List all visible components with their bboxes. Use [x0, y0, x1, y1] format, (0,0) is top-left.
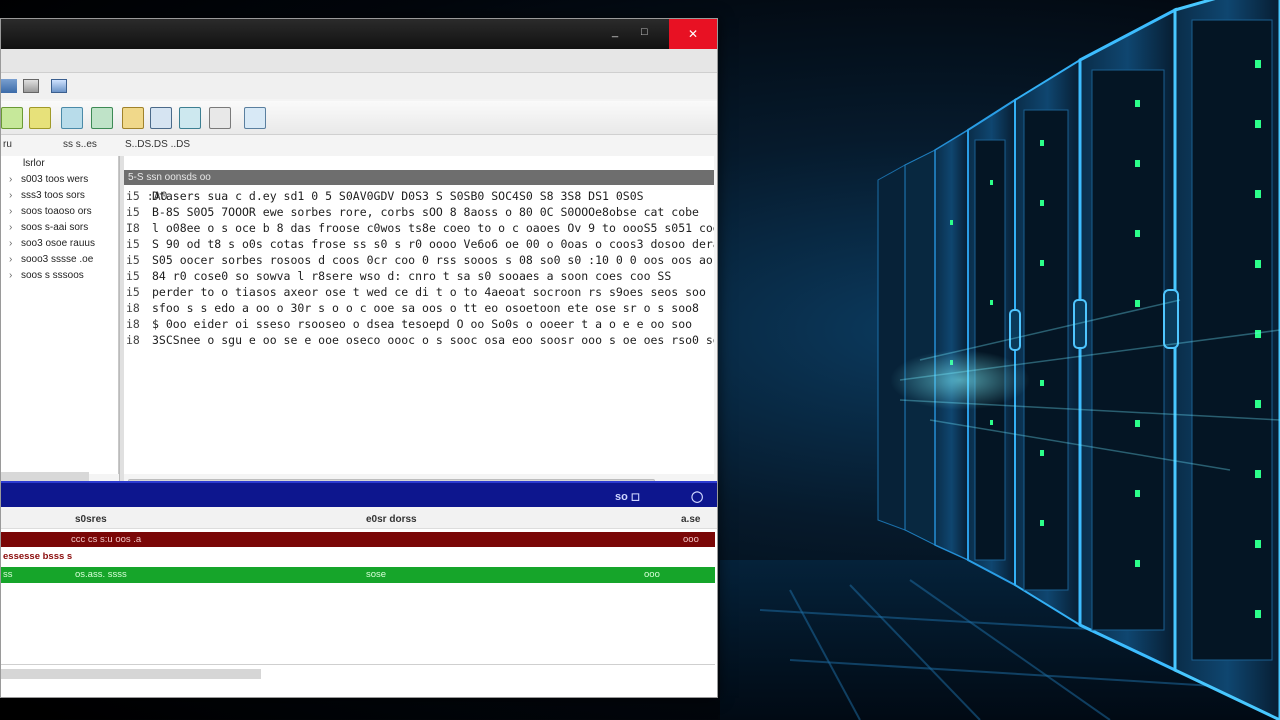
settings-icon[interactable] — [209, 107, 231, 129]
status-bar: so ◻ ◯ — [1, 481, 717, 507]
line-gutter: i5 — [126, 253, 140, 267]
line-text: 84 r0 cose0 so sowva l r8sere wso d: cnr… — [152, 269, 672, 283]
line-gutter: i8 — [126, 317, 140, 331]
log-table-header: s0sres e0sr dorss a.se — [1, 509, 717, 529]
expand-icon[interactable]: › — [9, 206, 21, 217]
tree-item[interactable]: › soo3 osoe rauus — [9, 238, 95, 249]
detail-line[interactable]: i8 3SCSnee o sgu e oo se e ooe oseco oooc… — [124, 333, 714, 348]
expand-icon[interactable]: › — [9, 270, 21, 281]
line-text: Dtasers sua c d.ey sd1 0 5 S0AV0GDV D0S3… — [152, 189, 644, 203]
tree-item-label: soos toaoso ors — [21, 206, 92, 217]
tree-item-label: sss3 toos sors — [21, 190, 85, 201]
pane-header-row: ru ss s..es S..DS.DS ..DS — [1, 135, 717, 155]
line-text: 3SCSnee o sgu e oo se e ooe oseco oooc o… — [152, 333, 714, 347]
line-gutter: i5 — [126, 205, 140, 219]
event-log-table: s0sres e0sr dorss a.se ccc cs s:u oos .a… — [1, 509, 717, 697]
detail-line[interactable]: i8 $ 0oo eider oi sseso rsooseo o dsea te… — [124, 317, 714, 332]
status-indicator-icon[interactable]: ◯ — [691, 490, 703, 503]
detail-pane: 5-S ssn oonsds oo i5 :A0Dtasers sua c d.… — [124, 156, 714, 474]
tree-item[interactable]: › soos toaoso ors — [9, 206, 92, 217]
tree-item-label: soo3 osoe rauus — [21, 238, 95, 249]
tree-root-label[interactable]: lsrlor — [23, 158, 45, 169]
log-row-description: sose — [366, 569, 387, 580]
detail-line[interactable]: i5 S 90 od t8 s o0s cotas frose ss s0 s r… — [124, 237, 714, 252]
help-icon[interactable] — [244, 107, 266, 129]
back-icon[interactable] — [1, 79, 17, 93]
tree-item[interactable]: › soos s sssoos — [9, 270, 84, 281]
tree-item[interactable]: › s003 toos wers — [9, 174, 88, 185]
header-col-3: S..DS.DS ..DS — [125, 139, 191, 150]
line-text: S05 oocer sorbes rosoos d coos 0cr coo 0… — [152, 253, 713, 267]
line-gutter: i8 — [126, 333, 140, 347]
line-text: l o08ee o s oce b 8 das froose c0wos ts8… — [152, 221, 714, 235]
line-text: B-8S S0O5 7OOOR ewe sorbes rore, corbs s… — [152, 205, 699, 219]
line-gutter: i5 :A0 — [126, 189, 168, 203]
window-icon[interactable] — [51, 79, 67, 93]
folder-icon[interactable] — [29, 107, 51, 129]
line-gutter: I8 — [126, 221, 140, 235]
log-row-status: ooo — [644, 569, 660, 580]
log-row-name: ccc cs s:u oos .a — [71, 534, 142, 545]
log-row-ok[interactable]: ss os.ass. ssss sose ooo — [1, 567, 715, 583]
expand-icon[interactable]: › — [9, 174, 21, 185]
refresh-icon[interactable] — [61, 107, 83, 129]
tree-item[interactable]: › soos s-aai sors — [9, 222, 88, 233]
network-icon[interactable] — [179, 107, 201, 129]
header-col-2: ss s..es — [63, 139, 97, 150]
tree-item-label: sooo3 sssse .oe — [21, 254, 94, 265]
line-gutter: i5 — [126, 285, 140, 299]
tree-item-label: s003 toos wers — [21, 174, 89, 185]
line-gutter: i8 — [126, 301, 140, 315]
tree-item[interactable]: › sss3 toos sors — [9, 190, 85, 201]
log-group-label: essesse bsss s — [3, 551, 73, 562]
detail-line[interactable]: i5 84 r0 cose0 so sowva l r8sere wso d: c… — [124, 269, 714, 284]
line-text: $ 0oo eider oi sseso rsooseo o dsea teso… — [152, 317, 693, 331]
detail-line[interactable]: i5 :A0Dtasers sua c d.ey sd1 0 5 S0AV0GD… — [124, 189, 714, 204]
table-icon[interactable] — [150, 107, 172, 129]
column-header-description[interactable]: e0sr dorss — [366, 514, 417, 525]
app-window: _ □ ✕ ru ss s..es S..DS.DS ..DS lsrlor ›… — [0, 18, 718, 698]
selected-row[interactable]: 5-S ssn oonsds oo — [124, 170, 714, 185]
header-col-1: ru — [3, 139, 12, 150]
tree-item-label: soos s-aai sors — [21, 222, 89, 233]
table-divider — [1, 664, 715, 665]
log-group-header[interactable]: essesse bsss s — [1, 549, 715, 564]
log-horizontal-scrollbar[interactable] — [1, 669, 261, 679]
line-text: perder to o tiasos axeor ose t wed ce di… — [152, 285, 706, 299]
expand-icon[interactable]: › — [9, 254, 21, 265]
log-row-icon: ss — [3, 569, 13, 580]
grid-view-icon[interactable] — [23, 79, 39, 93]
expand-icon[interactable]: › — [9, 238, 21, 249]
line-text: sfoo s s edo a oo o 30r s o o c ooe sa o… — [152, 301, 699, 315]
tree-item-label: soos s sssoos — [21, 270, 84, 281]
log-row-error[interactable]: ccc cs s:u oos .a ooo — [1, 532, 715, 547]
server-icon[interactable] — [91, 107, 113, 129]
column-header-name[interactable]: s0sres — [75, 514, 107, 525]
expand-icon[interactable]: › — [9, 222, 21, 233]
detail-line[interactable]: i5 perder to o tiasos axeor ose t wed ce … — [124, 285, 714, 300]
expand-icon[interactable]: › — [9, 190, 21, 201]
toolbar — [1, 101, 717, 135]
detail-line[interactable]: I8 l o08ee o s oce b 8 das froose c0wos t… — [124, 221, 714, 236]
menu-bar — [1, 49, 717, 73]
line-text: S 90 od t8 s o0s cotas frose ss s0 s r0 … — [152, 237, 714, 251]
close-button[interactable]: ✕ — [669, 19, 717, 49]
detail-line[interactable]: i5 S05 oocer sorbes rosoos d coos 0cr coo… — [124, 253, 714, 268]
title-bar[interactable]: _ □ ✕ — [1, 19, 717, 49]
tree-item[interactable]: › sooo3 sssse .oe — [9, 254, 93, 265]
log-row-status: ooo — [683, 534, 699, 545]
maximize-button[interactable]: □ — [641, 26, 648, 38]
line-gutter: i5 — [126, 269, 140, 283]
detail-line[interactable]: i8 sfoo s s edo a oo o 30r s o o c ooe sa… — [124, 301, 714, 316]
line-gutter: i5 — [126, 237, 140, 251]
quick-access-bar — [1, 73, 717, 99]
minimize-button[interactable]: _ — [612, 26, 618, 38]
column-header-status[interactable]: a.se — [681, 514, 700, 525]
log-row-name: os.ass. ssss — [75, 569, 127, 580]
detail-line[interactable]: i5 B-8S S0O5 7OOOR ewe sorbes rore, corbs… — [124, 205, 714, 220]
add-icon[interactable] — [1, 107, 23, 129]
navigation-tree: lsrlor › s003 toos wers › sss3 toos sors ›… — [1, 156, 119, 482]
status-text: so ◻ — [615, 491, 641, 503]
properties-icon[interactable] — [122, 107, 144, 129]
